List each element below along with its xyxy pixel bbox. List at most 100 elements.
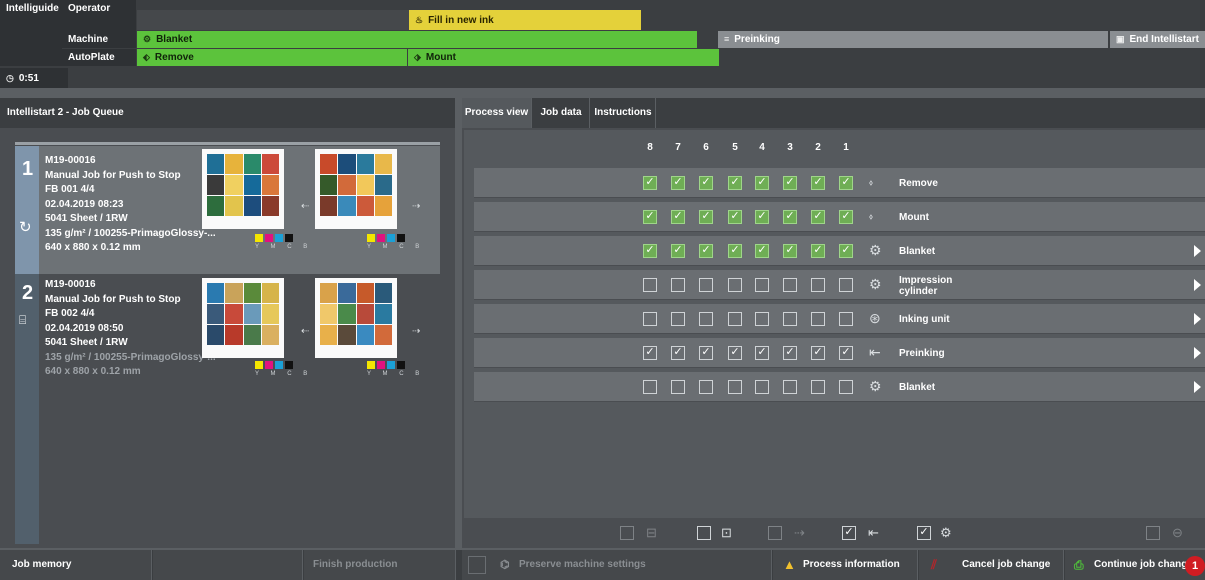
- unit-checkbox-5[interactable]: [728, 312, 742, 326]
- unit-checkbox-6[interactable]: [699, 380, 713, 394]
- unit-checkbox-6[interactable]: ✓: [699, 244, 713, 258]
- unit-checkbox-7[interactable]: [671, 278, 685, 292]
- unit-checkbox-7[interactable]: ✓: [671, 176, 685, 190]
- unit-checkbox-8[interactable]: ✓: [643, 176, 657, 190]
- process-row-blanket[interactable]: ✓ ✓ ✓ ✓ ✓ ✓ ✓ ✓ ⚙ Blanket: [474, 236, 1205, 266]
- process-row-blanket[interactable]: ⚙ Blanket: [474, 372, 1205, 402]
- operator-step-fill-ink[interactable]: ♨ Fill in new ink: [409, 10, 641, 30]
- unit-checkbox-6[interactable]: ✓: [699, 176, 713, 190]
- preserve-checkbox[interactable]: [468, 556, 486, 574]
- process-row-inking-unit[interactable]: ⊛ Inking unit: [474, 304, 1205, 334]
- select-all-wash-checkbox[interactable]: ✓: [917, 526, 931, 540]
- job-date: 02.04.2019 08:50: [45, 322, 124, 334]
- expand-arrow-icon[interactable]: [1194, 381, 1201, 393]
- unit-checkbox-1[interactable]: ✓: [839, 176, 853, 190]
- unit-checkbox-6[interactable]: ✓: [699, 346, 713, 360]
- unit-checkbox-1[interactable]: ✓: [839, 244, 853, 258]
- unit-checkbox-8[interactable]: [643, 278, 657, 292]
- unit-checkbox-6[interactable]: [699, 278, 713, 292]
- unit-checkbox-8[interactable]: ✓: [643, 244, 657, 258]
- unit-checkbox-8[interactable]: [643, 380, 657, 394]
- finish-production-button[interactable]: Finish production: [304, 550, 456, 580]
- unit-checkbox-5[interactable]: [728, 380, 742, 394]
- unit-checkbox-3[interactable]: ✓: [783, 346, 797, 360]
- form-icon: ⌸: [19, 313, 27, 327]
- process-row-impression-cylinder[interactable]: ⚙ Impression cylinder: [474, 270, 1205, 300]
- continue-job-change-button[interactable]: ⎙ Continue job change 1: [1065, 550, 1205, 580]
- unit-checkbox-5[interactable]: [728, 278, 742, 292]
- unit-checkbox-7[interactable]: ✓: [671, 210, 685, 224]
- unit-checkbox-4[interactable]: ✓: [755, 244, 769, 258]
- unit-checkbox-2[interactable]: [811, 380, 825, 394]
- unit-checkbox-3[interactable]: [783, 278, 797, 292]
- expand-arrow-icon[interactable]: [1194, 245, 1201, 257]
- unit-checkbox-1[interactable]: [839, 312, 853, 326]
- process-information-button[interactable]: ▲ Process information: [773, 550, 918, 580]
- select-all-feed-checkbox[interactable]: [768, 526, 782, 540]
- unit-checkbox-4[interactable]: ✓: [755, 210, 769, 224]
- timer: ◷ 0:51: [0, 68, 68, 88]
- machine-step-blanket[interactable]: ⚙ Blanket: [137, 31, 697, 48]
- tab-job-data[interactable]: Job data: [533, 98, 590, 128]
- autoplate-step-remove[interactable]: ⬖ Remove: [137, 49, 407, 66]
- unit-checkbox-7[interactable]: ✓: [671, 346, 685, 360]
- select-all-preinking-checkbox[interactable]: ✓: [842, 526, 856, 540]
- unit-checkbox-1[interactable]: [839, 278, 853, 292]
- unit-checkbox-1[interactable]: ✓: [839, 346, 853, 360]
- unit-number-1: 1: [843, 142, 849, 153]
- unit-checkbox-3[interactable]: ✓: [783, 176, 797, 190]
- stop-select-checkbox[interactable]: [1146, 526, 1160, 540]
- job-item-2[interactable]: 2 ⌸ M19-00016 Manual Job for Push to Sto…: [15, 274, 440, 544]
- unit-checkbox-7[interactable]: [671, 312, 685, 326]
- unit-checkbox-8[interactable]: ✓: [643, 210, 657, 224]
- ink-colors-label: Y M C B: [367, 244, 425, 250]
- end-intellistart-button[interactable]: ▣ End Intellistart: [1110, 31, 1205, 48]
- autoplate-step-mount[interactable]: ⬗ Mount: [408, 49, 719, 66]
- tab-instructions[interactable]: Instructions: [591, 98, 656, 128]
- unit-checkbox-2[interactable]: ✓: [811, 346, 825, 360]
- unit-checkbox-8[interactable]: ✓: [643, 346, 657, 360]
- expand-arrow-icon[interactable]: [1194, 279, 1201, 291]
- tab-process-view[interactable]: Process view: [462, 98, 532, 128]
- unit-checkbox-3[interactable]: [783, 380, 797, 394]
- preserve-machine-settings-button[interactable]: ⌬ Preserve machine settings: [462, 550, 772, 580]
- unit-checkbox-4[interactable]: [755, 312, 769, 326]
- unit-checkbox-1[interactable]: ✓: [839, 210, 853, 224]
- unit-checkbox-5[interactable]: ✓: [728, 210, 742, 224]
- unit-checkbox-3[interactable]: [783, 312, 797, 326]
- expand-arrow-icon[interactable]: [1194, 347, 1201, 359]
- select-all-remove-checkbox[interactable]: [620, 526, 634, 540]
- unit-checkbox-3[interactable]: ✓: [783, 244, 797, 258]
- machine-step-preinking[interactable]: ≡ Preinking: [718, 31, 1108, 48]
- cancel-job-change-button[interactable]: ⫽ Cancel job change: [919, 550, 1064, 580]
- job-queue-title: Intellistart 2 - Job Queue: [0, 98, 455, 128]
- unit-checkbox-5[interactable]: ✓: [728, 244, 742, 258]
- job-item-1[interactable]: 1 ↻ M19-00016 Manual Job for Push to Sto…: [15, 146, 440, 274]
- unit-checkbox-6[interactable]: [699, 312, 713, 326]
- unit-checkbox-5[interactable]: ✓: [728, 176, 742, 190]
- select-all-mount-checkbox[interactable]: [697, 526, 711, 540]
- turn-arrow-icon: ⇠: [301, 201, 310, 212]
- unit-checkbox-2[interactable]: [811, 312, 825, 326]
- unit-checkbox-6[interactable]: ✓: [699, 210, 713, 224]
- unit-checkbox-7[interactable]: [671, 380, 685, 394]
- unit-checkbox-5[interactable]: ✓: [728, 346, 742, 360]
- turn-arrow-icon: ⇠: [301, 326, 310, 337]
- unit-checkbox-4[interactable]: [755, 278, 769, 292]
- unit-checkbox-4[interactable]: [755, 380, 769, 394]
- process-row-preinking[interactable]: ✓ ✓ ✓ ✓ ✓ ✓ ✓ ✓ ⇤ Preinking: [474, 338, 1205, 368]
- unit-checkbox-1[interactable]: [839, 380, 853, 394]
- unit-checkbox-2[interactable]: ✓: [811, 176, 825, 190]
- job-memory-button[interactable]: Job memory: [0, 550, 152, 580]
- unit-checkbox-2[interactable]: [811, 278, 825, 292]
- unit-checkbox-3[interactable]: ✓: [783, 210, 797, 224]
- unit-checkbox-8[interactable]: [643, 312, 657, 326]
- job-paper: 135 g/m² / 100255-PrimagoGlossy-...: [45, 227, 216, 239]
- unit-checkbox-2[interactable]: ✓: [811, 210, 825, 224]
- row-label-spacer: [62, 17, 136, 31]
- unit-checkbox-2[interactable]: ✓: [811, 244, 825, 258]
- expand-arrow-icon[interactable]: [1194, 313, 1201, 325]
- unit-checkbox-7[interactable]: ✓: [671, 244, 685, 258]
- unit-checkbox-4[interactable]: ✓: [755, 346, 769, 360]
- unit-checkbox-4[interactable]: ✓: [755, 176, 769, 190]
